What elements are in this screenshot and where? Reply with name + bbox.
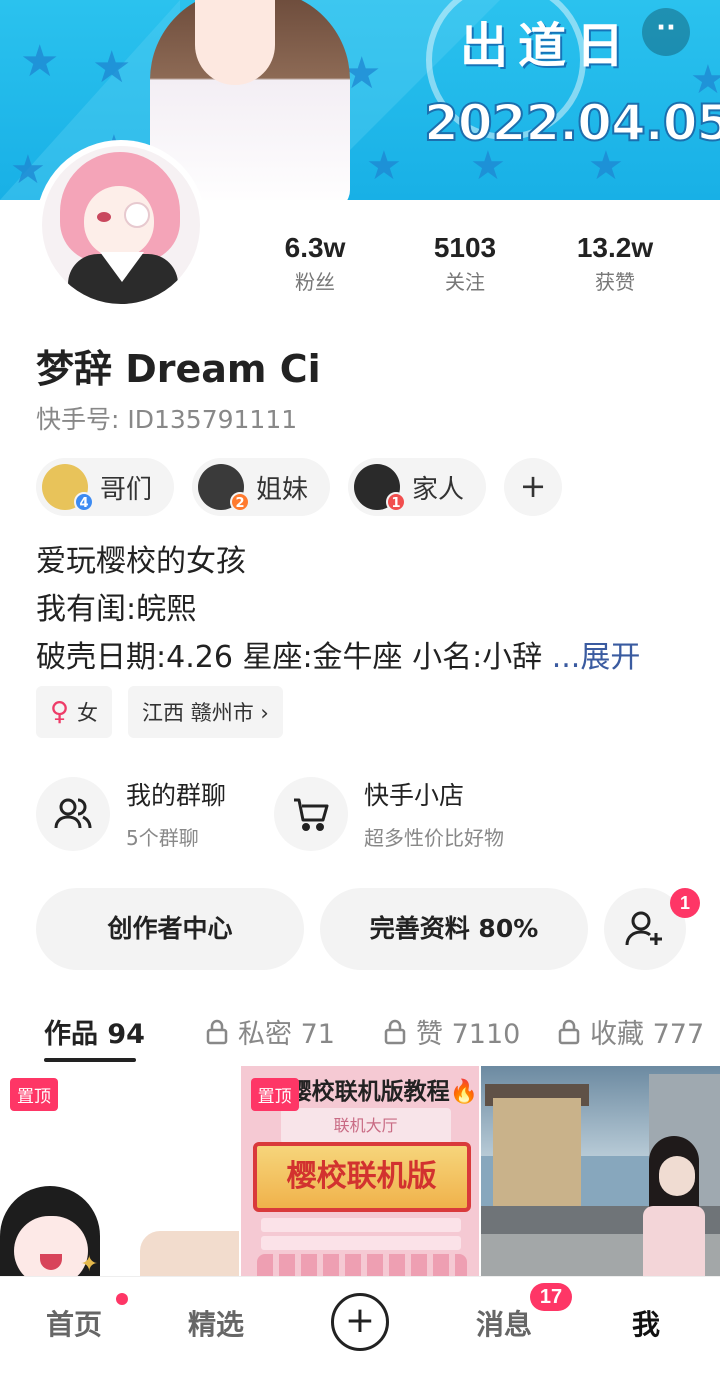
work-thumbnail[interactable]: 樱校联机版教程🔥 联机大厅 樱校联机版 置顶 — [240, 1066, 480, 1276]
work-thumbnail[interactable] — [481, 1066, 720, 1276]
work-title: 樱校联机版教程🔥 — [288, 1079, 479, 1105]
profile-tags: ♀ 女 江西 赣州市 › — [36, 686, 283, 738]
work-scroll-banner: 樱校联机版 — [252, 1142, 471, 1212]
stat-likes[interactable]: 13.2w 获赞 — [540, 232, 690, 302]
nav-me[interactable]: 我 — [632, 1303, 660, 1343]
kuaishou-id[interactable]: 快手号: ID135791111 — [36, 400, 297, 436]
relation-chips: 4 哥们 2 姐妹 1 家人 + — [36, 458, 563, 516]
bio-line: 我有闺:皖熙 — [36, 592, 197, 627]
relation-label: 家人 — [412, 474, 465, 505]
tab-label: 私密 71 — [238, 1019, 335, 1050]
relation-count-badge: 1 — [386, 492, 407, 512]
work-scroll-text: 樱校联机版 — [286, 1159, 437, 1194]
tab-label: 收藏 777 — [590, 1019, 705, 1050]
kuaishou-store-entry[interactable]: 快手小店 超多性价比好物 — [274, 776, 504, 851]
gender-tag: ♀ 女 — [36, 686, 113, 738]
location-label: 江西 赣州市 › — [142, 701, 269, 725]
creator-center-button[interactable]: 创作者中心 — [36, 888, 304, 970]
debut-date: 2022.04.05 — [423, 93, 720, 153]
female-icon: ♀ — [50, 697, 70, 727]
stat-value: 13.2w — [576, 232, 654, 263]
gender-label: 女 — [77, 701, 99, 725]
location-tag[interactable]: 江西 赣州市 › — [128, 686, 283, 738]
nav-messages[interactable]: 消息 — [476, 1303, 532, 1343]
relation-avatar: 4 — [42, 464, 94, 512]
complete-profile-button[interactable]: 完善资料 80% — [320, 888, 588, 970]
feature-title: 快手小店 — [364, 781, 465, 810]
stat-value: 5103 — [433, 232, 497, 263]
add-relation-button[interactable]: + — [504, 458, 563, 516]
tab-label: 作品 94 — [44, 1019, 145, 1050]
tab-likes[interactable]: 赞 7110 — [384, 1012, 520, 1051]
tab-favorites[interactable]: 收藏 777 — [558, 1012, 704, 1051]
sparkle-icon: ✦ — [80, 1252, 99, 1276]
create-post-button[interactable]: + — [331, 1293, 389, 1351]
add-friend-badge: 1 — [670, 888, 700, 918]
star-decoration: ★ — [366, 143, 402, 189]
star-decoration: ★ — [588, 143, 624, 189]
star-decoration: ★ — [92, 42, 132, 93]
tab-private[interactable]: 私密 71 — [206, 1012, 335, 1051]
expand-bio-link[interactable]: ...展开 — [552, 640, 641, 675]
plus-icon: + — [344, 1300, 376, 1341]
bio-line: 爱玩樱校的女孩 — [36, 544, 246, 579]
relation-avatar: 2 — [198, 464, 251, 512]
profile-stats: 6.3w 粉丝 5103 关注 13.2w 获赞 — [240, 232, 700, 302]
group-chat-entry[interactable]: 我的群聊 5个群聊 — [36, 776, 226, 851]
cart-icon — [274, 776, 348, 851]
feature-title: 我的群聊 — [126, 781, 227, 810]
profile-bio: 爱玩樱校的女孩 我有闺:皖熙 破壳日期:4.26 星座:金牛座 小名:小辞 ..… — [36, 538, 640, 682]
banner-character-face — [195, 0, 275, 85]
lock-icon — [558, 1019, 580, 1044]
bio-line: 破壳日期:4.26 星座:金牛座 小名:小辞 ...展开 — [36, 634, 640, 682]
lock-icon — [384, 1019, 406, 1044]
relation-count-badge: 2 — [230, 492, 251, 512]
relation-chip-brothers[interactable]: 4 哥们 — [36, 458, 175, 516]
relation-avatar: 1 — [354, 464, 407, 512]
messages-count-badge: 17 — [530, 1283, 572, 1311]
stat-label: 获赞 — [595, 270, 635, 294]
stat-value: 6.3w — [284, 232, 346, 263]
profile-name: 梦辞 Dream Ci — [36, 347, 321, 391]
stat-following[interactable]: 5103 关注 — [390, 232, 540, 302]
nav-home[interactable]: 首页 — [46, 1303, 102, 1343]
bottom-navigation: 首页 精选 + 消息 17 我 — [0, 1276, 720, 1376]
pinned-badge: 置顶 — [250, 1078, 299, 1111]
star-decoration: ★ — [20, 36, 60, 87]
relation-label: 姐妹 — [256, 474, 309, 505]
plus-icon: + — [519, 467, 547, 505]
relation-count-badge: 4 — [74, 492, 94, 512]
works-grid: ✦ 置顶 樱校联机版教程🔥 联机大厅 樱校联机版 置顶 — [0, 1066, 720, 1276]
stat-label: 关注 — [445, 270, 485, 294]
avatar[interactable] — [36, 140, 206, 310]
star-decoration: ★ — [470, 143, 506, 189]
star-decoration: ★ — [10, 147, 46, 193]
tab-label: 赞 7110 — [416, 1019, 521, 1050]
users-icon — [36, 776, 110, 851]
bio-line-text: 破壳日期:4.26 星座:金牛座 小名:小辞 — [36, 640, 552, 675]
relation-chip-family[interactable]: 1 家人 — [348, 458, 487, 516]
nav-featured[interactable]: 精选 — [188, 1303, 244, 1343]
add-user-icon — [625, 911, 662, 946]
lock-icon — [206, 1019, 228, 1044]
active-tab-indicator — [44, 1058, 136, 1062]
pinned-badge: 置顶 — [10, 1078, 58, 1111]
tab-works[interactable]: 作品 94 — [44, 1012, 145, 1051]
home-notification-dot — [116, 1293, 128, 1305]
relation-label: 哥们 — [100, 474, 153, 505]
content-tabs: 作品 94 私密 71 赞 7110 收藏 777 — [0, 1002, 720, 1062]
feature-subtitle: 超多性价比好物 — [364, 826, 504, 850]
work-hall-label: 联机大厅 — [280, 1108, 451, 1144]
stat-label: 粉丝 — [295, 270, 335, 294]
relation-chip-sisters[interactable]: 2 姐妹 — [192, 458, 331, 516]
stat-followers[interactable]: 6.3w 粉丝 — [240, 232, 390, 302]
work-thumbnail[interactable]: ✦ 置顶 — [0, 1066, 239, 1276]
more-options-button[interactable]: ·· — [642, 8, 690, 56]
debut-title: 出道日 — [460, 18, 635, 74]
feature-subtitle: 5个群聊 — [126, 826, 199, 850]
